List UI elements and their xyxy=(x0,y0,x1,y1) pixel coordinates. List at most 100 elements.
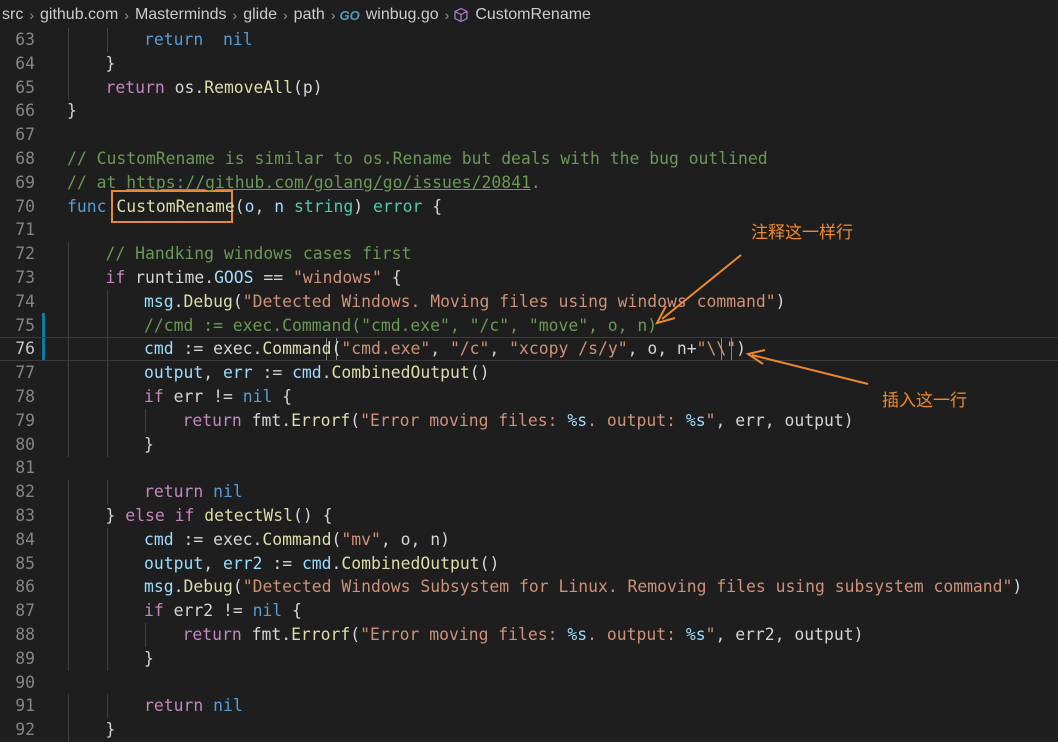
code-token: ) xyxy=(353,196,373,216)
code-line[interactable]: 87 if err2 != nil { xyxy=(0,599,1058,624)
code-line[interactable]: 82 return nil xyxy=(0,480,1058,505)
code-line[interactable]: 83} else if detectWsl() { xyxy=(0,504,1058,528)
code-line[interactable]: 77 output, err := cmd.CombinedOutput() xyxy=(0,361,1058,386)
code-text: output, err2 := cmd.CombinedOutput() xyxy=(144,552,499,576)
code-token: ( xyxy=(232,291,243,311)
code-line[interactable]: 72 // Handking windows cases first xyxy=(0,242,1058,267)
code-token: ( xyxy=(232,577,243,597)
code-line[interactable]: 63 return nil xyxy=(0,28,1058,52)
code-line[interactable]: 75 //cmd := exec.Command("cmd.exe", "/c",… xyxy=(0,313,1058,338)
chevron-right-icon: › xyxy=(124,7,129,23)
code-line[interactable]: 69 // at https://github.com/golang/go/iss… xyxy=(0,171,1058,195)
code-line[interactable]: 92} xyxy=(0,718,1058,742)
code-token: } xyxy=(144,434,154,454)
code-token: "Detected Windows. Moving files using wi… xyxy=(242,291,776,311)
code-line[interactable]: 81 xyxy=(0,456,1058,480)
line-number: 69 xyxy=(15,172,35,192)
line-number: 86 xyxy=(15,577,35,597)
code-line[interactable]: 70 func CustomRename(o, n string) error { xyxy=(0,195,1058,219)
line-number: 88 xyxy=(15,625,35,644)
line-number: 71 xyxy=(15,220,35,240)
indent-guide xyxy=(106,599,108,624)
code-line[interactable]: 73 if runtime.GOOS == "windows" { xyxy=(0,266,1058,290)
breadcrumb-item-github[interactable]: github.com xyxy=(38,6,120,24)
line-number: 63 xyxy=(15,30,35,49)
code-line[interactable]: 67 xyxy=(0,123,1058,147)
code-text: } xyxy=(144,647,154,671)
code-token: nil xyxy=(242,387,273,406)
code-token: cmd xyxy=(144,339,174,359)
code-text: // at https://github.com/golang/go/issue… xyxy=(67,171,541,195)
code-token: n xyxy=(274,196,285,216)
breadcrumb-item-src[interactable]: src xyxy=(0,6,25,24)
code-line[interactable]: 65 return os.RemoveAll(p) xyxy=(0,75,1058,100)
code-token: { xyxy=(272,387,293,406)
code-token: runtime. xyxy=(125,268,215,287)
line-number: 81 xyxy=(15,458,35,478)
breadcrumb: src › github.com › Masterminds › glide ›… xyxy=(0,0,1058,30)
code-token: ) xyxy=(1012,577,1023,597)
code-line[interactable]: 84 cmd := exec.Command("mv", o, n) xyxy=(0,527,1058,552)
line-number: 66 xyxy=(15,101,35,121)
line-number: 67 xyxy=(15,125,35,145)
code-token: GOOS xyxy=(214,268,254,287)
code-token: . output: xyxy=(587,625,686,644)
code-token: } xyxy=(105,720,116,740)
line-number: 82 xyxy=(15,482,35,502)
code-token: os. xyxy=(164,77,205,97)
code-line[interactable]: 71 xyxy=(0,218,1058,242)
indent-guide xyxy=(68,385,69,409)
code-token: ( xyxy=(331,339,342,359)
line-number: 64 xyxy=(15,53,35,73)
code-line[interactable]: 68 // CustomRename is similar to os.Renam… xyxy=(0,147,1058,171)
indent-guide xyxy=(106,623,108,647)
code-token: } xyxy=(67,101,77,121)
code-line[interactable]: 66} xyxy=(0,99,1058,123)
indent-guide xyxy=(68,599,69,624)
code-line[interactable]: 64} xyxy=(0,51,1058,76)
code-token: // CustomRename is similar to os.Rename … xyxy=(67,149,768,168)
code-token: CombinedOutput xyxy=(341,553,480,573)
line-number: 79 xyxy=(15,410,35,430)
code-token: err2 xyxy=(222,553,263,573)
indent-guide xyxy=(68,408,69,433)
code-text: cmd := exec.Command("mv", o, n) xyxy=(144,528,450,552)
indent-guide xyxy=(68,337,69,362)
code-token: CustomRename xyxy=(116,196,235,216)
code-line[interactable]: 76 cmd := exec.Command("cmd.exe", "/c", "… xyxy=(0,337,1058,362)
code-line[interactable]: 79 return fmt.Errorf("Error moving files:… xyxy=(0,408,1058,433)
breadcrumb-item-glide[interactable]: glide xyxy=(241,6,279,24)
code-token: , xyxy=(489,339,510,359)
code-text: } xyxy=(67,99,77,123)
breadcrumb-item-masterminds[interactable]: Masterminds xyxy=(133,6,229,24)
code-line[interactable]: 88 return fmt.Errorf("Error moving files:… xyxy=(0,623,1058,647)
code-token: { xyxy=(422,196,443,216)
code-token: , o, n+ xyxy=(627,339,697,359)
code-editor[interactable]: 63 return nil 64} 65 return os.RemoveAll(p) 6… xyxy=(0,28,1058,742)
line-number: 85 xyxy=(15,553,35,573)
code-line[interactable]: 85 output, err2 := cmd.CombinedOutput() xyxy=(0,551,1058,576)
code-line[interactable]: 90 xyxy=(0,671,1058,695)
code-token: , xyxy=(203,553,223,573)
breadcrumb-symbol[interactable]: CustomRename xyxy=(473,6,593,24)
indent-guide xyxy=(68,75,69,100)
indent-guide xyxy=(68,623,69,647)
breadcrumb-file[interactable]: winbug.go xyxy=(364,6,441,24)
code-token: , err2, output) xyxy=(715,625,864,644)
code-line[interactable]: 89} xyxy=(0,646,1058,671)
code-token: "Error moving files: xyxy=(360,625,568,644)
code-line[interactable]: 91 return nil xyxy=(0,694,1058,719)
code-line[interactable]: 74 msg.Debug("Detected Windows. Moving fi… xyxy=(0,289,1058,314)
code-line[interactable]: 80} xyxy=(0,432,1058,457)
code-line[interactable]: 86 msg.Debug("Detected Windows Subsystem … xyxy=(0,575,1058,600)
annotation-comment-line: 注释这一样行 xyxy=(751,223,853,242)
code-token: := exec. xyxy=(173,339,263,359)
code-token: . xyxy=(530,172,541,192)
code-token: cmd xyxy=(301,553,332,573)
breadcrumb-item-path[interactable]: path xyxy=(292,6,327,24)
chevron-right-icon: › xyxy=(29,7,34,23)
code-text: } xyxy=(144,433,154,457)
code-text: msg.Debug("Detected Windows. Moving file… xyxy=(144,290,785,314)
